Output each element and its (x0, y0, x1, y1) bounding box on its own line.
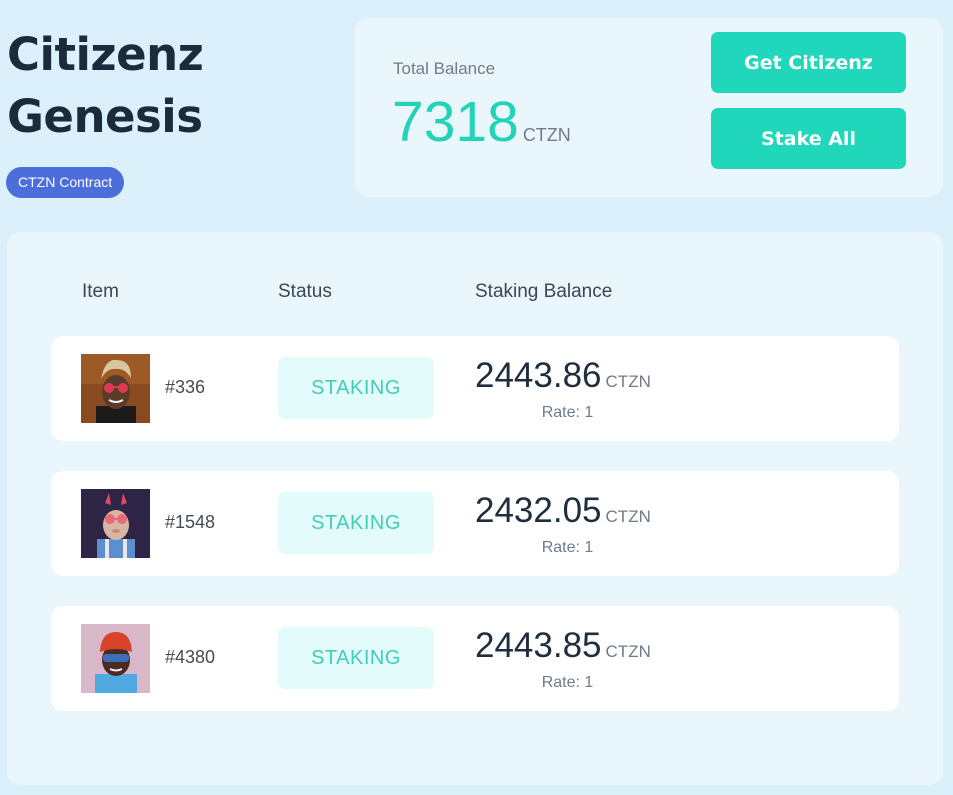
column-header-status: Status (278, 281, 332, 302)
staking-table: Item Status Staking Balance #336 STAKING… (7, 232, 943, 785)
staking-balance: 2432.05 CTZN (475, 489, 651, 533)
column-header-item: Item (82, 281, 119, 302)
page-title: Citizenz Genesis (7, 24, 204, 148)
staking-balance-value: 2443.85 (475, 626, 602, 665)
title-line-1: Citizenz (7, 28, 204, 81)
staking-balance: 2443.85 CTZN (475, 624, 651, 668)
nft-avatar (81, 624, 150, 693)
contract-badge-link[interactable]: CTZN Contract (6, 167, 125, 198)
title-line-2: Genesis (7, 90, 203, 143)
staking-balance-unit: CTZN (605, 642, 651, 661)
table-row: #4380 STAKING 2443.85 CTZN Rate: 1 (51, 606, 899, 711)
total-balance-label: Total Balance (393, 59, 496, 78)
status-badge: STAKING (278, 627, 434, 689)
staking-rate: Rate: 1 (541, 674, 594, 691)
nft-avatar (81, 354, 150, 423)
status-badge: STAKING (278, 357, 434, 419)
nft-avatar (81, 489, 150, 558)
staking-balance: 2443.86 CTZN (475, 354, 651, 398)
table-row: #1548 STAKING 2432.05 CTZN Rate: 1 (51, 471, 899, 576)
item-id: #1548 (165, 512, 216, 532)
staking-balance-unit: CTZN (605, 372, 651, 391)
staking-balance-unit: CTZN (605, 507, 651, 526)
total-balance: 7318 CTZN (392, 88, 571, 156)
get-citizenz-button[interactable]: Get Citizenz (711, 32, 906, 93)
status-badge: STAKING (278, 492, 434, 554)
stake-all-button[interactable]: Stake All (711, 108, 906, 169)
balance-card: Total Balance 7318 CTZN Get Citizenz Sta… (355, 18, 943, 197)
column-header-staking-balance: Staking Balance (475, 281, 613, 302)
item-id: #336 (165, 377, 206, 397)
item-id: #4380 (165, 647, 216, 667)
staking-balance-value: 2432.05 (475, 491, 602, 530)
staking-rate: Rate: 1 (541, 539, 594, 556)
total-balance-value: 7318 (392, 90, 519, 154)
table-row: #336 STAKING 2443.86 CTZN Rate: 1 (51, 336, 899, 441)
staking-rate: Rate: 1 (541, 404, 594, 421)
staking-balance-value: 2443.86 (475, 356, 602, 395)
total-balance-unit: CTZN (522, 125, 571, 145)
